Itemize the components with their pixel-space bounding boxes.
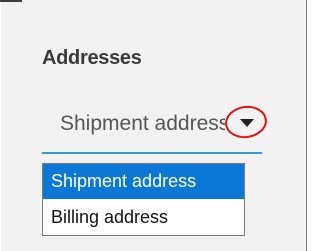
panel-left-edge [0,0,1,251]
top-divider [0,0,22,2]
address-select[interactable]: Shipment address [42,99,270,157]
red-circle-annotation [222,103,270,141]
address-dropdown-list: Shipment address Billing address [42,163,245,236]
option-shipment-address[interactable]: Shipment address [43,164,244,199]
address-select-value: Shipment address [60,112,225,135]
option-billing-address[interactable]: Billing address [43,200,244,235]
select-underline [42,152,262,154]
panel-right-edge [306,0,307,251]
section-title: Addresses [42,47,142,69]
